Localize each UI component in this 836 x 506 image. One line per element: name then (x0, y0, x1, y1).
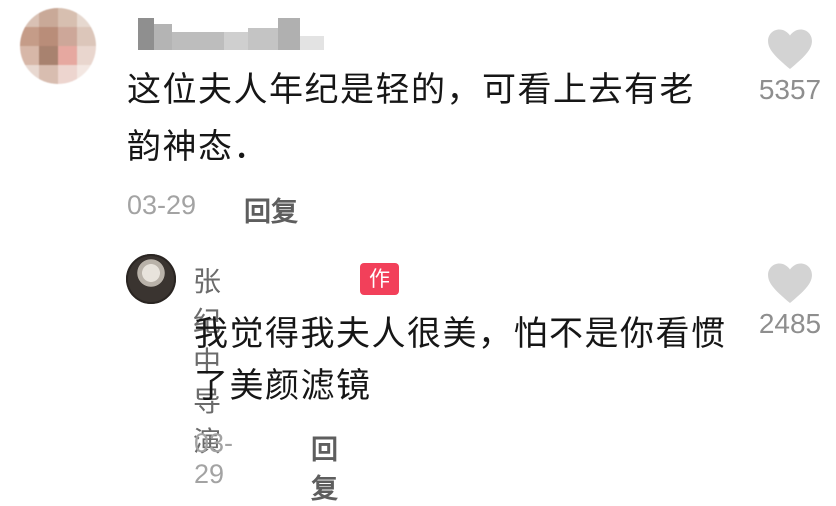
comment-like: 5357 (745, 28, 835, 106)
reply-text: 我觉得我夫人很美，怕不是你看惯了美颜滤镜 (194, 314, 727, 406)
reply-date: 03-29 (194, 428, 234, 489)
comment-reply-button[interactable]: 回复 (244, 190, 298, 229)
author-avatar[interactable] (126, 254, 176, 304)
heart-icon[interactable] (767, 28, 813, 70)
commenter-username-blurred[interactable] (138, 18, 328, 50)
reply-reply-button[interactable]: 回复 (311, 428, 338, 506)
commenter-avatar[interactable] (20, 8, 96, 84)
comment-text: 这位夫人年纪是轻的，可看上去有老韵神态． (127, 70, 695, 167)
reply-like: 2485 (745, 262, 835, 340)
heart-icon[interactable] (767, 262, 813, 304)
comment-date: 03-29 (127, 190, 197, 220)
author-badge: 作者 (360, 263, 399, 323)
reply-like-count: 2485 (758, 308, 822, 339)
comment-like-count: 5357 (758, 74, 822, 105)
